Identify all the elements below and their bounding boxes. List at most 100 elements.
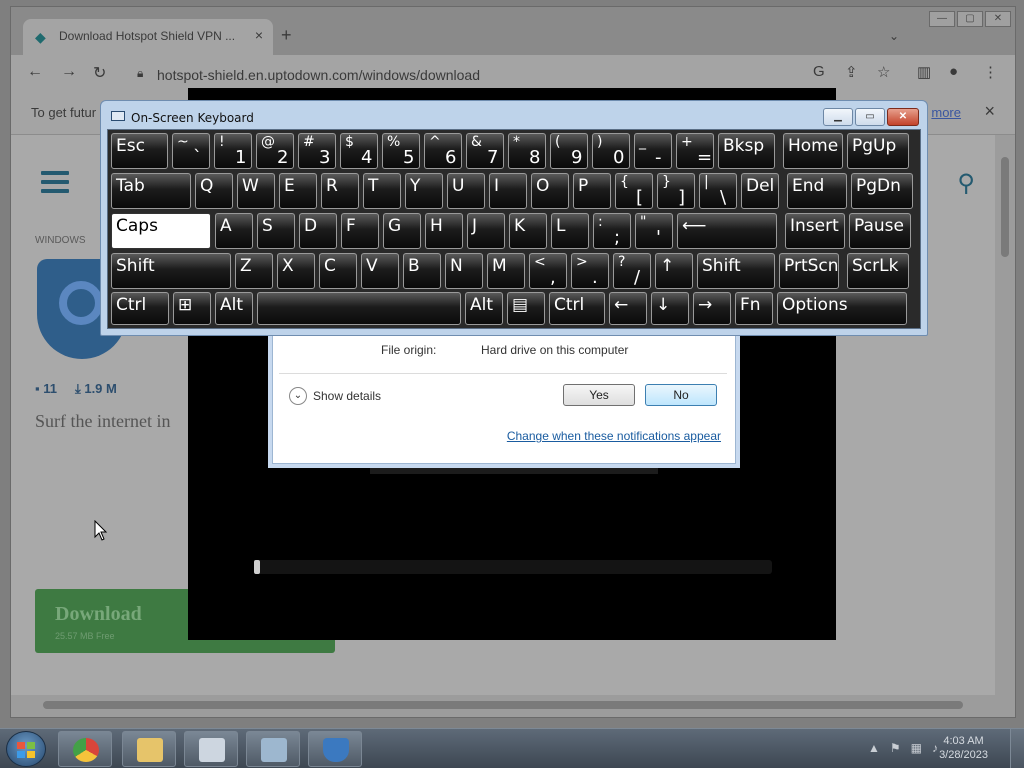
- taskbar-clock[interactable]: 4:03 AM 3/28/2023: [939, 734, 988, 762]
- insert-key[interactable]: Insert: [785, 213, 845, 249]
- pgup-key[interactable]: PgUp: [847, 133, 909, 169]
- no-button[interactable]: No: [645, 384, 717, 406]
- ctrl-key[interactable]: Ctrl: [549, 292, 605, 325]
- symbol-key[interactable]: + =: [676, 133, 714, 169]
- 7-key[interactable]: & 7: [466, 133, 504, 169]
- 3-key[interactable]: #3: [298, 133, 336, 169]
- symbol-key[interactable]: _ -: [634, 133, 672, 169]
- symbol-key[interactable]: →: [693, 292, 731, 325]
- 5-key[interactable]: % 5: [382, 133, 420, 169]
- osk-maximize-button[interactable]: ▭: [855, 108, 885, 126]
- u-key[interactable]: U: [447, 173, 485, 209]
- show-desktop-button[interactable]: [1010, 729, 1024, 768]
- taskbar-osk[interactable]: [184, 731, 238, 767]
- shift-key[interactable]: Shift: [697, 253, 775, 289]
- symbol-key[interactable]: ~ `: [172, 133, 210, 169]
- symbol-key[interactable]: }]: [657, 173, 695, 209]
- tray-expand-icon[interactable]: ▲: [868, 741, 880, 755]
- symbol-key[interactable]: ↑: [655, 253, 693, 289]
- hamburger-menu-icon[interactable]: [41, 171, 69, 193]
- tab-hotspot-shield[interactable]: ◆ Download Hotspot Shield VPN ... ×: [23, 19, 273, 55]
- o-key[interactable]: O: [531, 173, 569, 209]
- tab-search-icon[interactable]: ⌄: [889, 29, 899, 43]
- symbol-key[interactable]: ? /: [613, 253, 651, 289]
- pgdn-key[interactable]: PgDn: [851, 173, 913, 209]
- 9-key[interactable]: (9: [550, 133, 588, 169]
- start-button[interactable]: [6, 731, 46, 767]
- space-key[interactable]: [257, 292, 461, 325]
- del-key[interactable]: Del: [741, 173, 779, 209]
- symbol-key[interactable]: ←: [609, 292, 647, 325]
- comments-count[interactable]: ▪ 11: [35, 381, 57, 397]
- infobar-close-button[interactable]: ×: [984, 101, 995, 122]
- ctrl-key[interactable]: Ctrl: [111, 292, 169, 325]
- r-key[interactable]: R: [321, 173, 359, 209]
- a-key[interactable]: A: [215, 213, 253, 249]
- breadcrumb[interactable]: WINDOWS: [35, 235, 86, 246]
- osk-minimize-button[interactable]: ▁: [823, 108, 853, 126]
- profile-icon[interactable]: ●: [949, 63, 958, 80]
- q-key[interactable]: Q: [195, 173, 233, 209]
- tab-close-button[interactable]: ×: [255, 27, 263, 43]
- chevron-down-icon[interactable]: ⌄: [289, 387, 307, 405]
- symbol-key[interactable]: ↓: [651, 292, 689, 325]
- restore-button[interactable]: ▢: [957, 11, 983, 27]
- vertical-scrollbar[interactable]: [999, 147, 1011, 687]
- menu-kebab-icon[interactable]: ⋮: [983, 63, 998, 81]
- minimize-button[interactable]: —: [929, 11, 955, 27]
- 6-key[interactable]: ^ 6: [424, 133, 462, 169]
- symbol-key[interactable]: ⟵: [677, 213, 777, 249]
- osk-close-button[interactable]: ✕: [887, 108, 919, 126]
- taskbar-chrome[interactable]: [58, 731, 112, 767]
- symbol-key[interactable]: ▤: [507, 292, 545, 325]
- infobar-learn-more-link[interactable]: more: [931, 105, 961, 120]
- forward-icon[interactable]: →: [61, 63, 77, 81]
- reload-icon[interactable]: ↻: [93, 63, 106, 83]
- end-key[interactable]: End: [787, 173, 847, 209]
- caps-key[interactable]: Caps: [111, 213, 211, 249]
- change-notifications-link[interactable]: Change when these notifications appear: [507, 429, 721, 443]
- tab-key[interactable]: Tab: [111, 173, 191, 209]
- f-key[interactable]: F: [341, 213, 379, 249]
- e-key[interactable]: E: [279, 173, 317, 209]
- w-key[interactable]: W: [237, 173, 275, 209]
- new-tab-button[interactable]: +: [281, 25, 292, 46]
- y-key[interactable]: Y: [405, 173, 443, 209]
- yes-button[interactable]: Yes: [563, 384, 635, 406]
- x-key[interactable]: X: [277, 253, 315, 289]
- symbol-key[interactable]: {[: [615, 173, 653, 209]
- 0-key[interactable]: ) 0: [592, 133, 630, 169]
- volume-icon[interactable]: ♪: [932, 741, 938, 755]
- search-icon[interactable]: ⚲: [957, 169, 975, 198]
- p-key[interactable]: P: [573, 173, 611, 209]
- alt-key[interactable]: Alt: [465, 292, 503, 325]
- m-key[interactable]: M: [487, 253, 525, 289]
- 8-key[interactable]: * 8: [508, 133, 546, 169]
- esc-key[interactable]: Esc: [111, 133, 168, 169]
- l-key[interactable]: L: [551, 213, 589, 249]
- c-key[interactable]: C: [319, 253, 357, 289]
- fn-key[interactable]: Fn: [735, 292, 773, 325]
- osk-titlebar[interactable]: On-Screen Keyboard ▁ ▭ ✕: [101, 101, 927, 129]
- t-key[interactable]: T: [363, 173, 401, 209]
- bookmark-star-icon[interactable]: ☆: [877, 63, 890, 81]
- google-lens-icon[interactable]: G: [813, 63, 825, 80]
- close-window-button[interactable]: ✕: [985, 11, 1011, 27]
- v-key[interactable]: V: [361, 253, 399, 289]
- 2-key[interactable]: @2: [256, 133, 294, 169]
- h-key[interactable]: H: [425, 213, 463, 249]
- 1-key[interactable]: ! 1: [214, 133, 252, 169]
- pause-key[interactable]: Pause: [849, 213, 911, 249]
- symbol-key[interactable]: " ': [635, 213, 673, 249]
- symbol-key[interactable]: >.: [571, 253, 609, 289]
- share-icon[interactable]: ⇪: [845, 63, 858, 81]
- symbol-key[interactable]: <,: [529, 253, 567, 289]
- side-panel-icon[interactable]: ▥: [917, 63, 931, 81]
- n-key[interactable]: N: [445, 253, 483, 289]
- d-key[interactable]: D: [299, 213, 337, 249]
- z-key[interactable]: Z: [235, 253, 273, 289]
- home-key[interactable]: Home: [783, 133, 843, 169]
- i-key[interactable]: I: [489, 173, 527, 209]
- k-key[interactable]: K: [509, 213, 547, 249]
- symbol-key[interactable]: | \: [699, 173, 737, 209]
